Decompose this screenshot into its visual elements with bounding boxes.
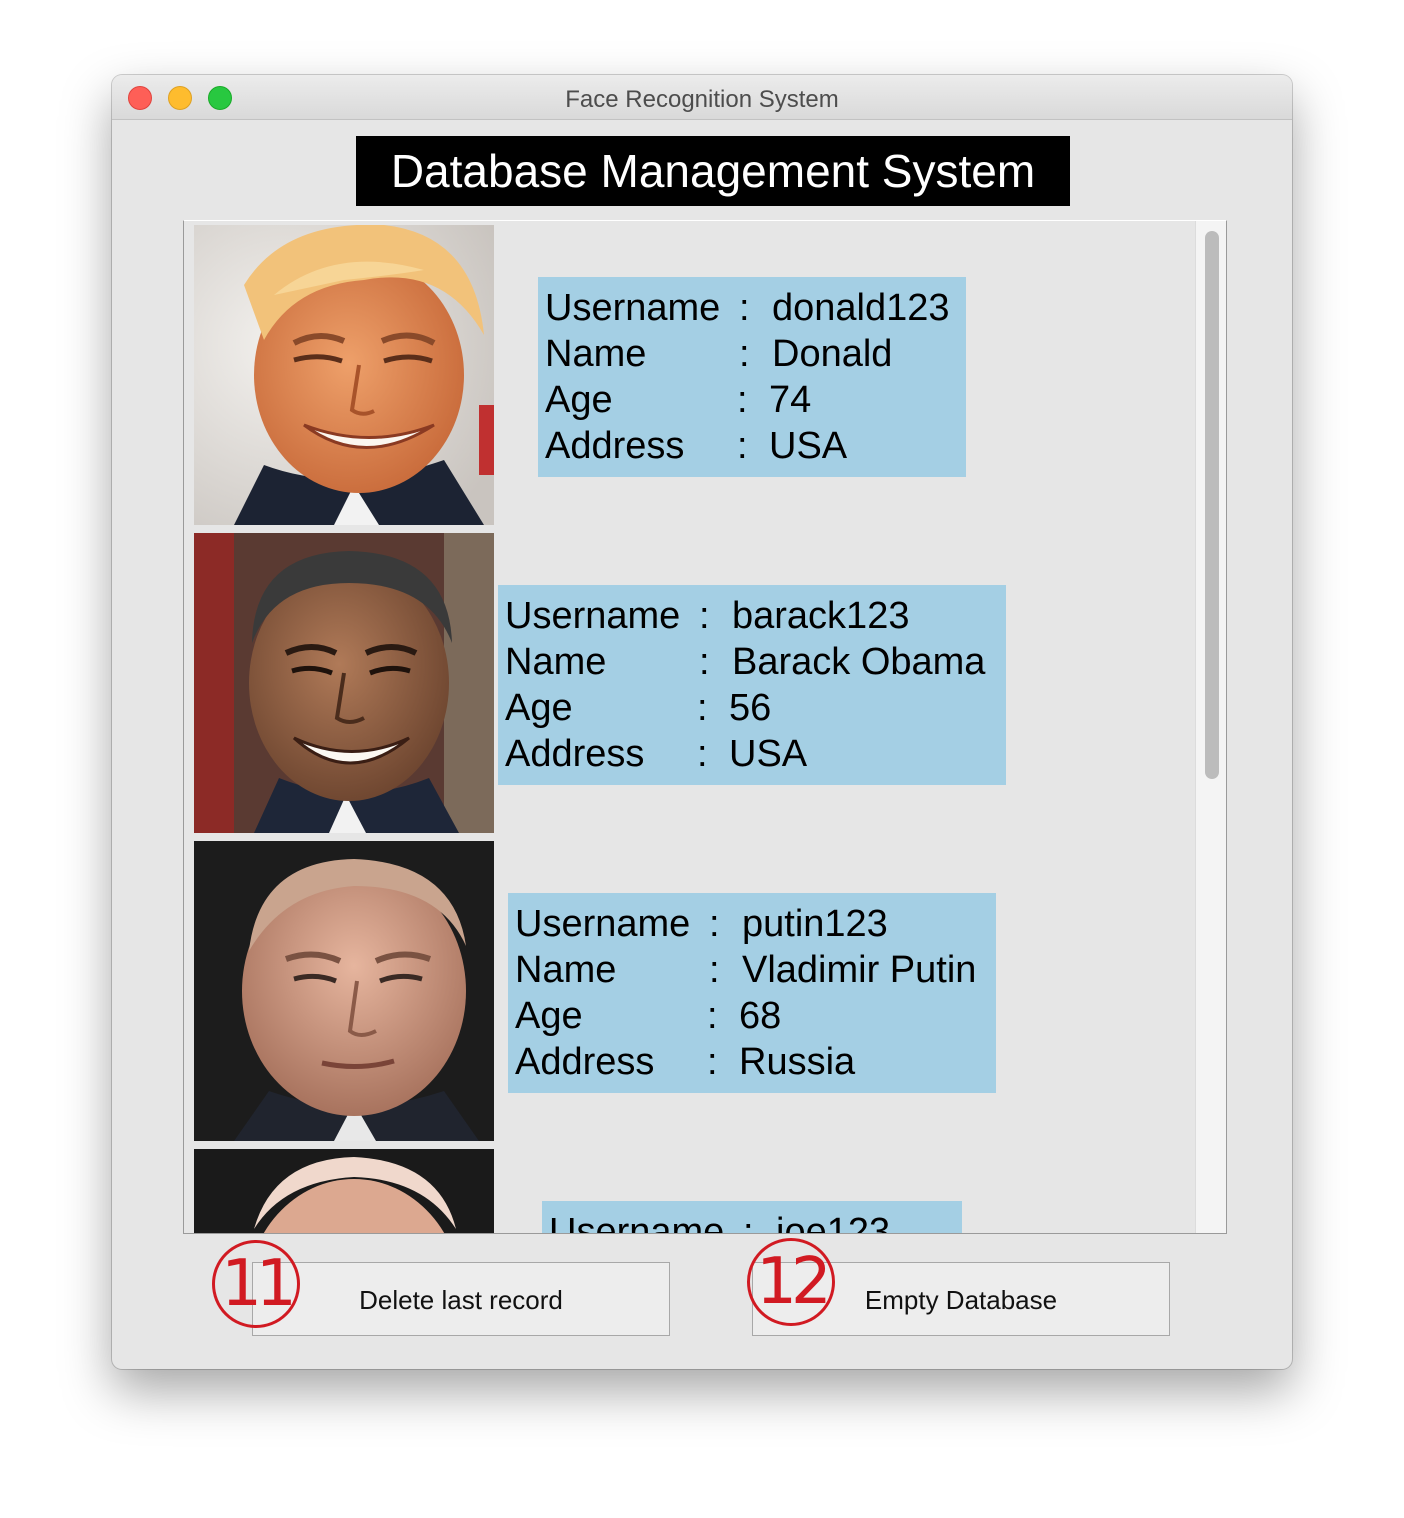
record-info-panel: Username: joe123 [542, 1201, 962, 1234]
page-heading: Database Management System [356, 136, 1070, 206]
address-label: Address [545, 425, 685, 467]
username-value: joe123 [776, 1211, 891, 1234]
record-info-panel: Username: barack123 Name: Barack Obama Age… [498, 585, 1006, 785]
scrollbar-thumb[interactable] [1205, 231, 1219, 779]
record-info-panel: Username: putin123 Name: Vladimir Putin Ag… [508, 893, 996, 1093]
username-value: putin123 [742, 903, 888, 945]
separator: : [737, 379, 748, 421]
separator: : [699, 595, 710, 637]
age-value: 74 [769, 379, 812, 421]
name-value: Barack Obama [732, 641, 986, 683]
separator: : [707, 995, 718, 1037]
address-value: Russia [739, 1041, 856, 1083]
annotation-badge-11: 11 [212, 1240, 300, 1328]
address-value: USA [729, 733, 808, 775]
face-photo [194, 225, 494, 525]
separator: : [709, 949, 720, 991]
name-label: Name [515, 949, 617, 991]
separator: : [737, 425, 748, 467]
record-item: Username: joe123 [194, 1149, 1174, 1234]
age-label: Age [505, 687, 573, 729]
username-value: donald123 [772, 287, 950, 329]
separator: : [707, 1041, 718, 1083]
vertical-scrollbar[interactable] [1195, 221, 1226, 1233]
face-photo [194, 841, 494, 1141]
username-label: Username [515, 903, 691, 945]
separator: : [709, 903, 720, 945]
record-item: Username: putin123 Name: Vladimir Putin Ag… [194, 841, 1174, 1141]
age-label: Age [515, 995, 583, 1037]
records-list[interactable]: Username: donald123 Name: Donald Age:74 Ad… [183, 220, 1227, 1234]
age-value: 68 [739, 995, 782, 1037]
address-label: Address [505, 733, 645, 775]
name-label: Name [545, 333, 647, 375]
separator: : [739, 287, 750, 329]
separator: : [743, 1211, 754, 1234]
face-photo [194, 533, 494, 833]
separator: : [697, 733, 708, 775]
name-label: Name [505, 641, 607, 683]
age-value: 56 [729, 687, 772, 729]
separator: : [697, 687, 708, 729]
app-window: Face Recognition System Database Managem… [112, 75, 1292, 1369]
address-label: Address [515, 1041, 655, 1083]
username-label: Username [545, 287, 721, 329]
separator: : [739, 333, 750, 375]
title-bar: Face Recognition System [112, 75, 1292, 120]
separator: : [699, 641, 710, 683]
username-value: barack123 [732, 595, 910, 637]
record-info-panel: Username: donald123 Name: Donald Age:74 Ad… [538, 277, 966, 477]
address-value: USA [769, 425, 848, 467]
username-label: Username [505, 595, 681, 637]
name-value: Donald [772, 333, 893, 375]
record-item: Username: barack123 Name: Barack Obama Age… [194, 533, 1174, 833]
name-value: Vladimir Putin [742, 949, 977, 991]
window-title: Face Recognition System [565, 86, 839, 113]
annotation-badge-12: 12 [747, 1238, 835, 1326]
record-item: Username: donald123 Name: Donald Age:74 Ad… [194, 225, 1174, 525]
face-photo [194, 1149, 494, 1233]
username-label: Username [549, 1211, 725, 1234]
age-label: Age [545, 379, 613, 421]
delete-last-record-button[interactable]: Delete last record [252, 1262, 670, 1336]
